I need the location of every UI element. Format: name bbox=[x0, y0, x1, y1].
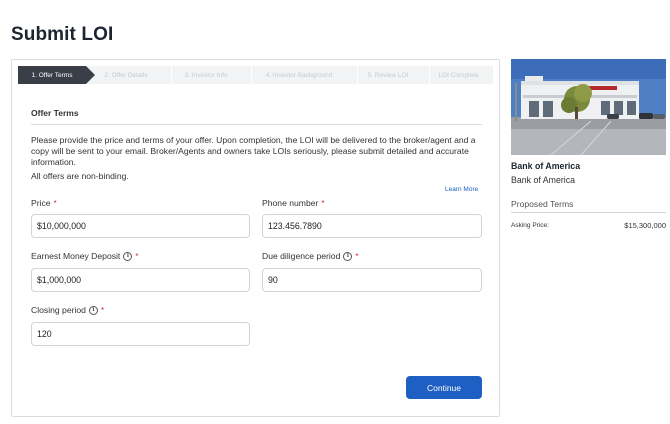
required-mark: * bbox=[100, 305, 105, 315]
asking-price-value: $15,300,000 bbox=[624, 221, 666, 230]
price-input[interactable] bbox=[31, 214, 250, 238]
phone-label: Phone number * bbox=[262, 198, 325, 208]
closing-label-text: Closing period bbox=[31, 305, 86, 315]
asking-price-label: Asking Price: bbox=[511, 222, 549, 229]
step-investor-background[interactable]: 4. Investor Background bbox=[246, 66, 358, 84]
closing-label: Closing period i * bbox=[31, 305, 104, 315]
section-divider bbox=[31, 124, 482, 125]
phone-input[interactable] bbox=[262, 214, 482, 238]
info-icon[interactable]: i bbox=[88, 305, 98, 315]
closing-period-input[interactable] bbox=[31, 322, 250, 346]
required-mark: * bbox=[321, 198, 325, 208]
property-name: Bank of America bbox=[511, 161, 581, 171]
intro-text: Please provide the price and terms of yo… bbox=[31, 135, 476, 167]
step-offer-details[interactable]: 2. Offer Details bbox=[86, 66, 172, 84]
learn-more-link[interactable]: Learn More bbox=[445, 186, 478, 193]
due-diligence-input[interactable] bbox=[262, 268, 482, 292]
info-icon[interactable]: i bbox=[343, 251, 353, 261]
phone-label-text: Phone number bbox=[262, 198, 319, 208]
price-label-text: Price bbox=[31, 198, 51, 208]
proposed-terms-divider bbox=[511, 212, 666, 213]
step-loi-complete[interactable]: LOI Complete bbox=[424, 66, 493, 84]
required-mark: * bbox=[135, 251, 139, 261]
required-mark: * bbox=[355, 251, 359, 261]
required-mark: * bbox=[53, 198, 57, 208]
step-offer-terms[interactable]: 1. Offer Terms bbox=[18, 66, 95, 84]
loi-form-card: 1. Offer Terms 2. Offer Details 3. Inves… bbox=[11, 59, 500, 417]
property-subtitle: Bank of America bbox=[511, 175, 576, 185]
due-diligence-label-text: Due diligence period bbox=[262, 251, 341, 261]
earnest-label: Earnest Money Deposit i * bbox=[31, 251, 138, 261]
nonbinding-note: All offers are non-binding. bbox=[31, 171, 129, 181]
price-label: Price * bbox=[31, 198, 57, 208]
continue-button[interactable]: Continue bbox=[406, 376, 482, 399]
earnest-money-input[interactable] bbox=[31, 268, 250, 292]
proposed-terms-title: Proposed Terms bbox=[511, 199, 574, 209]
section-title: Offer Terms bbox=[31, 108, 79, 118]
step-investor-info[interactable]: 3. Investor Info bbox=[166, 66, 252, 84]
info-icon[interactable]: i bbox=[123, 251, 133, 261]
progress-stepper: 1. Offer Terms 2. Offer Details 3. Inves… bbox=[18, 66, 493, 84]
due-diligence-label: Due diligence period i * bbox=[262, 251, 358, 261]
property-photo bbox=[511, 59, 666, 155]
step-review-loi[interactable]: 5. Review LOI bbox=[352, 66, 430, 84]
earnest-label-text: Earnest Money Deposit bbox=[31, 251, 121, 261]
page-title: Submit LOI bbox=[11, 24, 114, 45]
